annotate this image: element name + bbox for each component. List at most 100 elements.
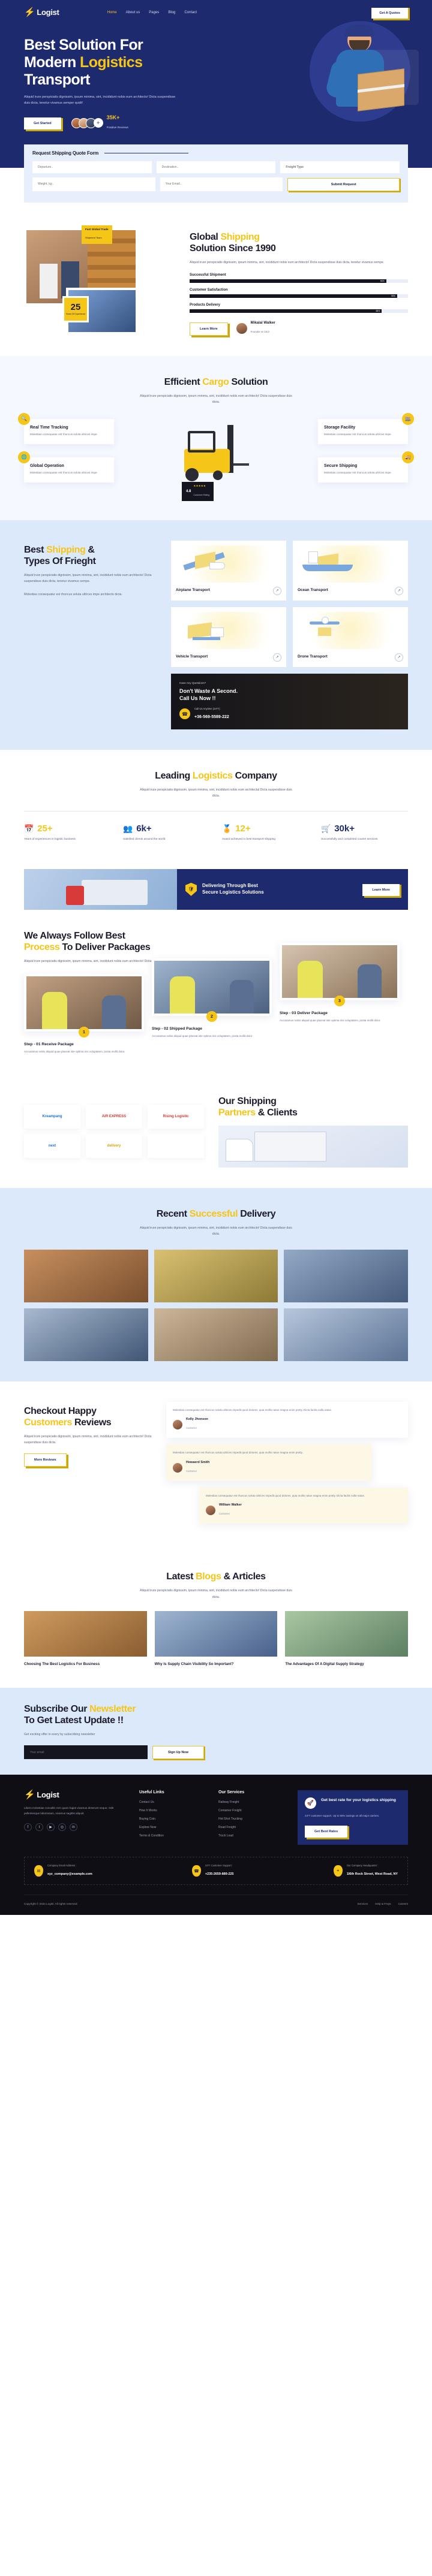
banner-learn-more-button[interactable]: Learn More [362,883,400,896]
gallery-item[interactable] [284,1308,408,1361]
gallery-item[interactable] [284,1249,408,1302]
footer-link[interactable]: Truck Load [218,1834,284,1838]
partner-logo[interactable]: delivery [86,1134,142,1159]
feature-card[interactable]: 🏬 Storage Facility Molestias consequatur… [318,412,414,444]
footer-logo[interactable]: ⚡ Logist [24,1790,126,1799]
instagram-icon[interactable]: ◎ [58,1823,66,1832]
headset-icon: ☎ [191,1865,201,1877]
partner-logo[interactable]: next [24,1134,80,1159]
promo-phone: Call Us Anytime (24*7) : +36-569-5589-22… [194,707,229,721]
cargo-box-shape [188,622,212,639]
gallery-item[interactable] [154,1249,278,1302]
hero-title: Best Solution For Modern Logistics Trans… [24,37,222,89]
progress-row: Customer Satisfaction 95% [190,288,408,298]
get-best-rates-button[interactable]: Get Best Rates [305,1826,348,1838]
linkedin-icon[interactable]: in [70,1823,77,1832]
freight-card-airplane[interactable]: Airplane Transport ↗ [171,540,286,601]
nav-item-blog[interactable]: Blog [168,11,175,14]
email-input[interactable] [160,177,283,191]
twitter-icon[interactable]: t [35,1823,43,1832]
gallery-item[interactable] [24,1249,148,1302]
partner-logo[interactable]: Rising Logistic [148,1105,204,1129]
footer-link[interactable]: Explore Now [139,1826,205,1829]
feature-card[interactable]: 🔍 Real Time Tracking Molestias consequat… [18,412,114,444]
delivery-title: Recent Successful Delivery [24,1208,408,1220]
arrow-up-right-icon[interactable]: ↗ [273,586,281,595]
years-number: 25 [70,301,81,312]
newsletter-email-input[interactable] [24,1745,148,1760]
nav-item-home[interactable]: Home [107,11,117,14]
footer-link[interactable]: Contact Us [139,1800,205,1804]
newsletter-form: Sign Up Now [24,1745,205,1761]
medal-icon: 🏅 [222,824,232,833]
partner-logo[interactable] [148,1134,204,1159]
submit-request-button[interactable]: Submit Request [287,177,400,191]
footer-link[interactable]: Railway Freight [218,1800,284,1804]
weight-input[interactable] [32,177,155,191]
footer-bottom-link[interactable]: Services [357,1902,368,1905]
header-cta-wrap: Get A Quotes [371,6,410,20]
freight-card-ocean[interactable]: Ocean Transport ↗ [293,540,408,601]
footer-link[interactable]: Hot Shot Trucking [218,1817,284,1821]
partner-logo[interactable]: Kreampang [24,1105,80,1129]
learn-more-button[interactable]: Learn More [190,322,228,336]
freight-type-select[interactable] [280,161,400,173]
brand-logo[interactable]: ⚡ Logist [24,8,59,17]
contact-value[interactable]: +235-2659-889-225 [205,1872,234,1876]
bolt-icon: ⚡ [24,7,35,17]
footer-link[interactable]: Buying Coin [139,1817,205,1821]
banner-image [24,868,177,910]
departure-input[interactable] [32,161,152,173]
footer-bottom-link[interactable]: Careers [398,1902,408,1905]
gallery-item[interactable] [154,1308,278,1361]
blog-card[interactable]: Choosing The Best Logistics For Business [24,1610,147,1667]
hero-title-line2a: Modern [24,54,80,71]
leading-header: Leading Logistics Company Aliquid irure … [24,770,408,799]
youtube-icon[interactable]: ▶ [47,1823,55,1832]
get-a-quotes-button[interactable]: Get A Quotes [371,8,408,19]
nav-item-about[interactable]: About us [126,11,140,14]
title-highlight: Shipping [220,231,260,242]
facebook-icon[interactable]: f [24,1823,32,1832]
partner-logo[interactable]: AIR EXPRESS [86,1105,142,1129]
feature-card[interactable]: 🚚 Secure Shipping Molestias consequatur … [318,451,414,483]
get-started-button[interactable]: Get Started [24,117,61,130]
social-links: f t ▶ ◎ in [24,1823,126,1832]
feature-title: Secure Shipping [324,463,358,468]
footer-link[interactable]: Container Freight [218,1809,284,1812]
promo-call-block[interactable]: ☎ Call Us Anytime (24*7) : +36-569-5589-… [179,707,400,721]
process-step: 2 Step - 02 Shipped Package Accusamus no… [152,958,272,1039]
footer-bottom-link[interactable]: Help & FAQs [375,1902,391,1905]
freight-paragraph-2: Molestias consequatur est rhoncus soluta… [24,593,122,597]
more-avatars-icon[interactable]: + [93,118,103,128]
secure-logistics-banner: 🛡 Delivering Through Best Secure Logisti… [24,868,408,910]
blog-card[interactable]: The Advantages Of A Digital Supply Strat… [285,1610,408,1667]
footer-col-title: Useful Links [139,1790,164,1795]
trade-badge-sub: Shipment Team [85,236,102,239]
arrow-up-right-icon[interactable]: ↗ [395,586,403,595]
arrow-up-right-icon[interactable]: ↗ [273,653,281,662]
gallery-item[interactable] [24,1308,148,1361]
review-author-name: Kelly Jhonson [186,1417,208,1422]
destination-input[interactable] [156,161,276,173]
avatar [206,1506,215,1516]
tracking-icon: 🔍 [18,412,30,425]
sign-up-now-button[interactable]: Sign Up Now [152,1746,204,1760]
arrow-up-right-icon[interactable]: ↗ [395,653,403,662]
freight-card-vehicle[interactable]: Vehicle Transport ↗ [171,607,286,667]
truck-icon: 🚚 [402,451,414,463]
footer-link[interactable]: Terms & Condition [139,1834,205,1838]
more-reviews-button[interactable]: More Reviews [24,1453,67,1467]
blog-card[interactable]: Why Is Supply Chain Visibility So Import… [154,1610,278,1667]
contact-value[interactable]: xyz_company@example.com [47,1872,92,1876]
feature-card[interactable]: 🌐 Global Operation Molestias consequatur… [18,451,114,483]
footer-link[interactable]: How It Works [139,1809,205,1812]
freight-card-title: Ocean Transport [298,588,328,593]
freight-card-drone[interactable]: Drone Transport ↗ [293,607,408,667]
footer-link[interactable]: Road Freight [218,1826,284,1829]
promo-phone-number[interactable]: +36-569-5589-222 [194,715,229,719]
rating-value: 4.8 [186,489,191,493]
nav-item-pages[interactable]: Pages [149,11,159,14]
brand-name: Logist [37,8,59,17]
nav-item-contact[interactable]: Contact [184,11,197,14]
